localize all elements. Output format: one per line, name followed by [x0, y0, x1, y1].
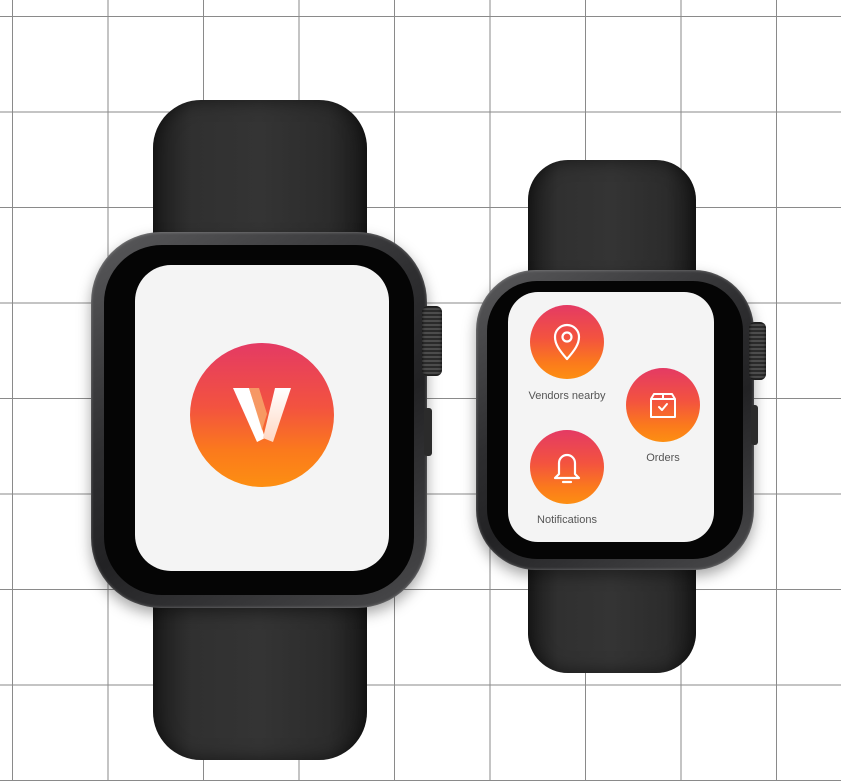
splash-screen [135, 265, 389, 571]
digital-crown[interactable] [749, 322, 766, 380]
menu-screen: Vendors nearby Orders Notifications [508, 292, 714, 542]
orders-button[interactable] [626, 368, 700, 442]
digital-crown[interactable] [422, 306, 442, 376]
watch-band-bottom [153, 590, 367, 760]
watch-side-button[interactable] [751, 405, 758, 445]
app-logo [190, 343, 334, 487]
watch-side-button[interactable] [424, 408, 432, 456]
bell-icon [553, 453, 581, 484]
notifications-button[interactable] [530, 430, 604, 504]
v-logo-icon [233, 388, 291, 442]
orders-label: Orders [646, 452, 680, 464]
notifications-label: Notifications [537, 514, 597, 526]
package-check-icon [650, 393, 676, 418]
vendors-nearby-button[interactable] [530, 305, 604, 379]
vendors-nearby-label: Vendors nearby [528, 390, 606, 402]
location-pin-icon [553, 323, 581, 361]
